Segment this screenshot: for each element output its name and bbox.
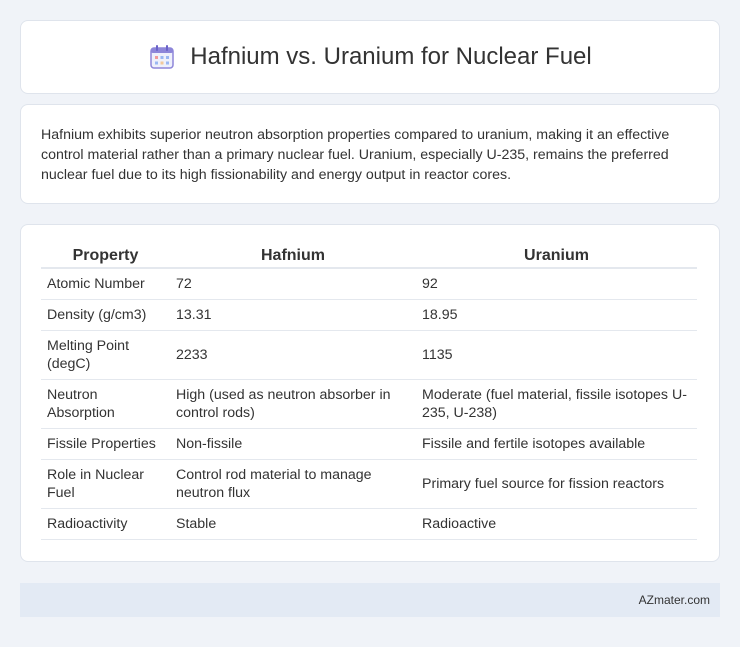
table-row: Neutron Absorption High (used as neutron… <box>41 380 697 429</box>
table-row: Atomic Number 72 92 <box>41 269 697 300</box>
header-hafnium: Hafnium <box>170 245 416 269</box>
cell-uranium: 92 <box>416 269 697 300</box>
cell-uranium: Radioactive <box>416 509 697 540</box>
title-wrap: Hafnium vs. Uranium for Nuclear Fuel <box>148 43 592 71</box>
cell-property: Atomic Number <box>41 269 170 300</box>
cell-hafnium: 13.31 <box>170 300 416 331</box>
intro-text: Hafnium exhibits superior neutron absorp… <box>41 127 670 183</box>
table-row: Density (g/cm3) 13.31 18.95 <box>41 300 697 331</box>
comparison-card: Property Hafnium Uranium Atomic Number 7… <box>20 224 720 562</box>
cell-hafnium: Non-fissile <box>170 429 416 460</box>
cell-uranium: 1135 <box>416 331 697 380</box>
table-row: Role in Nuclear Fuel Control rod materia… <box>41 460 697 509</box>
cell-hafnium: 72 <box>170 269 416 300</box>
cell-uranium: Fissile and fertile isotopes available <box>416 429 697 460</box>
footer-brand: AZmater.com <box>638 593 710 607</box>
cell-hafnium: 2233 <box>170 331 416 380</box>
comparison-table: Property Hafnium Uranium Atomic Number 7… <box>41 245 697 540</box>
intro-card: Hafnium exhibits superior neutron absorp… <box>20 104 720 204</box>
cell-hafnium: Stable <box>170 509 416 540</box>
cell-property: Density (g/cm3) <box>41 300 170 331</box>
cell-property: Neutron Absorption <box>41 380 170 429</box>
cell-hafnium: High (used as neutron absorber in contro… <box>170 380 416 429</box>
calendar-grid-icon <box>150 45 175 69</box>
table-row: Fissile Properties Non-fissile Fissile a… <box>41 429 697 460</box>
cell-uranium: 18.95 <box>416 300 697 331</box>
cell-property: Radioactivity <box>41 509 170 540</box>
page-title: Hafnium vs. Uranium for Nuclear Fuel <box>190 43 592 70</box>
cell-property: Fissile Properties <box>41 429 170 460</box>
cell-uranium: Moderate (fuel material, fissile isotope… <box>416 380 697 429</box>
cell-uranium: Primary fuel source for fission reactors <box>416 460 697 509</box>
cell-property: Role in Nuclear Fuel <box>41 460 170 509</box>
table-row: Melting Point (degC) 2233 1135 <box>41 331 697 380</box>
header-uranium: Uranium <box>416 245 697 269</box>
table-row: Radioactivity Stable Radioactive <box>41 509 697 540</box>
cell-property: Melting Point (degC) <box>41 331 170 380</box>
header-property: Property <box>41 245 170 269</box>
title-card: Hafnium vs. Uranium for Nuclear Fuel <box>20 20 720 94</box>
footer-bar: AZmater.com <box>20 583 720 617</box>
cell-hafnium: Control rod material to manage neutron f… <box>170 460 416 509</box>
table-header-row: Property Hafnium Uranium <box>41 245 697 269</box>
